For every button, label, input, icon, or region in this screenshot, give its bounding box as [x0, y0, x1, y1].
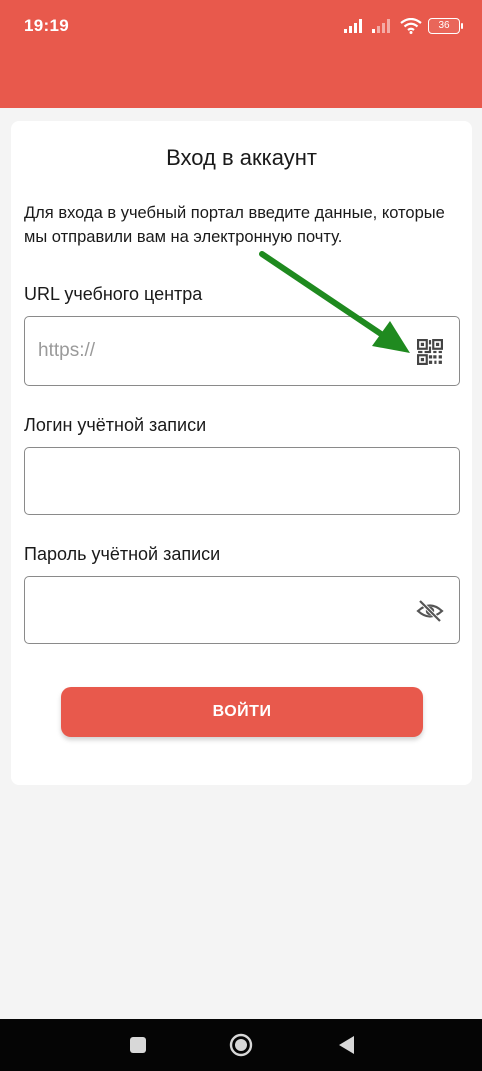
battery-icon: 36	[428, 18, 463, 34]
back-button[interactable]	[335, 1033, 359, 1057]
url-field-label: URL учебного центра	[24, 284, 203, 304]
status-bar: 19:19 36	[0, 0, 482, 50]
signal-icon	[344, 19, 362, 33]
login-field[interactable]	[24, 447, 460, 515]
status-icons: 36	[344, 16, 463, 36]
home-button[interactable]	[229, 1033, 253, 1057]
url-input[interactable]	[38, 317, 398, 385]
password-input[interactable]	[38, 577, 398, 643]
recents-button[interactable]	[126, 1033, 150, 1057]
password-field-label: Пароль учётной записи	[24, 544, 221, 564]
system-nav-bar	[0, 1019, 482, 1071]
signal-weak-icon	[372, 19, 390, 33]
password-field[interactable]	[24, 576, 460, 644]
page-title: Вход в аккаунт	[166, 145, 317, 170]
battery-level: 36	[438, 20, 450, 31]
eye-off-icon[interactable]	[416, 598, 444, 624]
wifi-icon	[400, 18, 422, 34]
login-description: Для входа в учебный портал введите данны…	[24, 204, 445, 246]
status-time: 19:19	[24, 16, 69, 35]
login-button[interactable]: ВОЙТИ	[61, 687, 423, 737]
login-card: Вход в аккаунт Для входа в учебный порта…	[11, 121, 472, 785]
login-input[interactable]	[38, 448, 398, 514]
url-field[interactable]	[24, 316, 460, 386]
qr-code-icon[interactable]	[417, 339, 443, 365]
login-field-label: Логин учётной записи	[24, 415, 207, 435]
